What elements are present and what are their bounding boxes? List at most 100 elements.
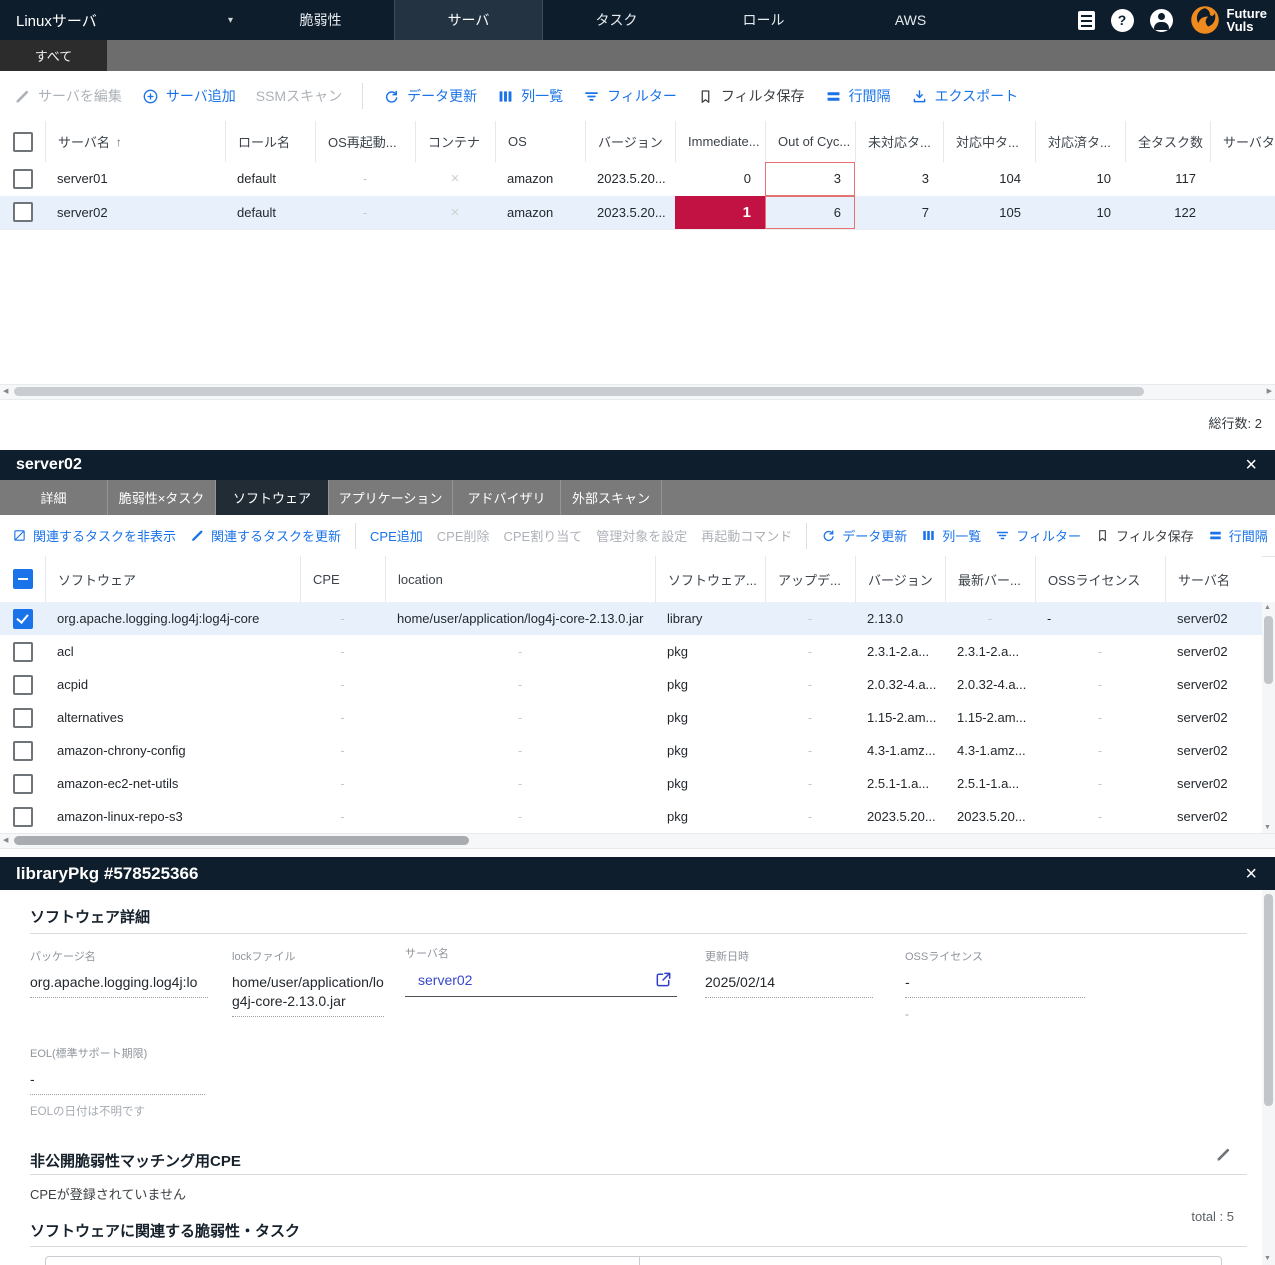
row-checkbox[interactable] [13,169,33,189]
software-name-cell[interactable]: amazon-chrony-config [45,734,300,767]
software-name-cell[interactable]: acpid [45,668,300,701]
edit-server-button[interactable]: サーバを編集 [14,86,122,106]
cpe-add-button[interactable]: CPE追加 [370,526,423,545]
scrollbar-thumb[interactable] [1264,616,1273,684]
software-name-cell[interactable]: amazon-ec2-net-utils [45,767,300,800]
row-checkbox[interactable] [13,202,33,222]
manage-target-button[interactable]: 管理対象を設定 [596,526,687,545]
table-row-server01[interactable]: server01 default - × amazon 2023.5.20...… [0,162,1275,197]
close-icon[interactable]: × [1243,455,1259,475]
col-immediate[interactable]: Immediate... [675,121,765,162]
col-latest-version[interactable]: 最新バー... [945,556,1035,602]
view-tab-all[interactable]: すべて [0,40,107,71]
edit-cpe-button[interactable] [1215,1146,1232,1166]
add-server-button[interactable]: サーバ追加 [142,86,236,106]
col-in-progress-tasks[interactable]: 対応中タ... [943,121,1035,162]
software-row[interactable]: amazon-ec2-net-utils - - pkg - 2.5.1-1.a… [0,767,1262,801]
ssm-scan-button[interactable]: SSMスキャン [256,86,342,106]
save-filter-button[interactable]: フィルタ保存 [1095,526,1194,545]
scrollbar-thumb[interactable] [14,836,469,845]
nav-tab-role[interactable]: ロール [690,0,837,40]
row-checkbox[interactable] [13,774,33,794]
software-table-vscrollbar[interactable]: ▲ ▼ [1262,602,1275,833]
tab-application[interactable]: アプリケーション [329,480,453,515]
col-software-type[interactable]: ソフトウェア... [655,556,765,602]
filter-button[interactable]: フィルター [995,526,1081,545]
tab-software[interactable]: ソフトウェア [216,480,329,515]
tab-external-scan[interactable]: 外部スキャン [561,480,662,515]
column-list-button[interactable]: 列一覧 [921,526,981,545]
software-table-hscrollbar[interactable]: ◀ [0,833,1275,849]
col-server-tag[interactable]: サーバタ... [1210,121,1275,162]
tab-vuln-task[interactable]: 脆弱性×タスク [108,480,216,515]
scroll-down-icon[interactable]: ▼ [1264,824,1271,831]
col-version[interactable]: バージョン [855,556,945,602]
software-row[interactable]: alternatives - - pkg - 1.15-2.am... 1.15… [0,701,1262,735]
row-checkbox[interactable] [13,675,33,695]
select-all-checkbox[interactable] [13,132,33,152]
software-name-cell[interactable]: org.apache.logging.log4j:log4j-core [45,602,300,635]
row-checkbox[interactable] [13,609,33,629]
col-software[interactable]: ソフトウェア [45,556,300,602]
hide-related-tasks-button[interactable]: 関連するタスクを非表示 [12,526,176,545]
nav-tab-task[interactable]: タスク [543,0,690,40]
col-os-reboot[interactable]: OS再起動... [315,121,415,162]
table-row-server02[interactable]: server02 default - × amazon 2023.5.20...… [0,196,1275,231]
list-icon[interactable] [1078,11,1095,30]
scroll-left-icon[interactable]: ◀ [3,385,8,398]
group-selector[interactable]: Linuxサーバ ▾ [0,0,247,40]
row-checkbox[interactable] [13,807,33,827]
col-oss-license[interactable]: OSSライセンス [1035,556,1165,602]
save-filter-button[interactable]: フィルタ保存 [697,86,805,106]
tab-details[interactable]: 詳細 [0,480,108,515]
tab-advisory[interactable]: アドバイザリ [453,480,561,515]
col-version[interactable]: バージョン [585,121,675,162]
software-row[interactable]: amazon-linux-repo-s3 - - pkg - 2023.5.20… [0,800,1262,834]
scrollbar-thumb[interactable] [1264,894,1273,1106]
cpe-assign-button[interactable]: CPE割り当て [504,526,583,545]
col-total-tasks[interactable]: 全タスク数 [1125,121,1210,162]
software-row[interactable]: amazon-chrony-config - - pkg - 4.3-1.amz… [0,734,1262,768]
filter-button[interactable]: フィルター [583,86,677,106]
close-icon[interactable]: × [1243,864,1259,884]
row-spacing-button[interactable]: 行間隔 [1208,526,1268,545]
server-name-cell[interactable]: server01 [45,162,225,196]
col-role[interactable]: ロール名 [225,121,315,162]
software-row[interactable]: org.apache.logging.log4j:log4j-core - ho… [0,602,1262,636]
user-account-icon[interactable] [1150,9,1173,32]
col-done-tasks[interactable]: 対応済タ... [1035,121,1125,162]
scroll-left-icon[interactable]: ◀ [3,834,8,847]
col-location[interactable]: location [385,556,655,602]
col-update[interactable]: アップデ... [765,556,855,602]
select-all-checkbox[interactable] [13,569,33,589]
refresh-data-button[interactable]: データ更新 [821,526,907,545]
scroll-down-icon[interactable]: ▼ [1264,1255,1271,1262]
row-checkbox[interactable] [13,642,33,662]
server-table-hscrollbar[interactable]: ◀ ▶ [0,384,1275,400]
software-name-cell[interactable]: alternatives [45,701,300,734]
col-cpe[interactable]: CPE [300,556,385,602]
help-icon[interactable]: ? [1111,9,1134,32]
col-open-tasks[interactable]: 未対応タ... [855,121,943,162]
row-checkbox[interactable] [13,708,33,728]
detail-panel-vscrollbar[interactable]: ▼ [1262,890,1275,1265]
export-button[interactable]: エクスポート [911,86,1019,106]
row-spacing-button[interactable]: 行間隔 [825,86,891,106]
software-row[interactable]: acl - - pkg - 2.3.1-2.a... 2.3.1-2.a... … [0,635,1262,669]
nav-tab-vulnerability[interactable]: 脆弱性 [247,0,394,40]
scrollbar-thumb[interactable] [14,387,1144,396]
scroll-right-icon[interactable]: ▶ [1267,385,1272,398]
col-os[interactable]: OS [495,121,585,162]
scroll-up-icon[interactable]: ▲ [1264,604,1271,611]
nav-tab-server[interactable]: サーバ [394,0,543,40]
reboot-command-button[interactable]: 再起動コマンド [701,526,792,545]
col-container[interactable]: コンテナ [415,121,495,162]
nav-tab-aws[interactable]: AWS [837,0,984,40]
external-link-icon[interactable] [654,970,673,989]
software-name-cell[interactable]: amazon-linux-repo-s3 [45,800,300,833]
update-related-tasks-button[interactable]: 関連するタスクを更新 [190,526,341,545]
server-link[interactable]: server02 [418,972,472,988]
col-server-name[interactable]: サーバ名↑ [45,121,225,162]
software-name-cell[interactable]: acl [45,635,300,668]
server-name-cell[interactable]: server02 [45,196,225,230]
